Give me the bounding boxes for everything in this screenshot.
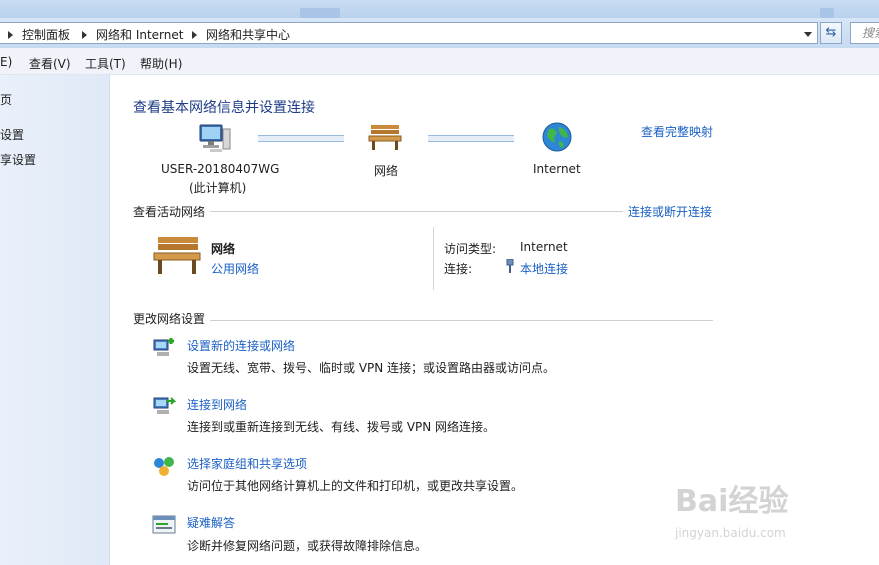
view-full-map-link[interactable]: 查看完整映射 [641, 123, 713, 140]
refresh-icon: ⇆ [825, 25, 837, 40]
connect-network-icon [153, 397, 176, 414]
menu-bar: E) 查看(V) 工具(T) 帮助(H) [0, 48, 879, 75]
homegroup-sharing-link[interactable]: 选择家庭组和共享选项 [187, 455, 307, 472]
address-bar[interactable]: 控制面板 网络和 Internet 网络和共享中心 [0, 22, 818, 44]
breadcrumb-arrow-icon[interactable] [82, 31, 87, 39]
title-bar-glass [820, 8, 834, 18]
watermark-brand: Bai经验 [675, 484, 789, 519]
local-connection-link[interactable]: 本地连接 [520, 260, 568, 277]
setup-connection-link[interactable]: 设置新的连接或网络 [187, 337, 295, 354]
access-type-value: Internet [520, 240, 568, 254]
vertical-divider [433, 227, 434, 290]
left-link-adapter-settings[interactable]: 设置 [0, 126, 24, 143]
breadcrumb-sharing-center[interactable]: 网络和共享中心 [206, 26, 290, 43]
menu-edit[interactable]: E) [0, 55, 12, 69]
troubleshoot-link[interactable]: 疑难解答 [187, 514, 235, 531]
left-link-home[interactable]: 页 [0, 91, 12, 108]
access-type-label: 访问类型: [444, 242, 497, 256]
setup-connection-desc: 设置无线、宽带、拨号、临时或 VPN 连接；或设置路由器或访问点。 [187, 361, 556, 375]
computer-subtitle: (此计算机) [189, 181, 247, 195]
refresh-button[interactable]: ⇆ [820, 22, 842, 44]
troubleshoot-icon [152, 515, 176, 534]
internet-label: Internet [533, 162, 581, 176]
connections-label: 连接: [444, 262, 473, 276]
connect-to-network-desc: 连接到或重新连接到无线、有线、拨号或 VPN 网络连接。 [187, 420, 496, 434]
connect-disconnect-link[interactable]: 连接或断开连接 [628, 203, 712, 220]
page-title: 查看基本网络信息并设置连接 [133, 100, 315, 116]
left-link-sharing-settings[interactable]: 享设置 [0, 151, 36, 168]
section-divider [210, 211, 623, 212]
left-navigation-pane: 页 设置 享设置 [0, 75, 110, 565]
ethernet-icon [506, 259, 514, 273]
title-bar-glass [300, 8, 340, 18]
address-dropdown-icon[interactable] [804, 32, 812, 37]
bench-network-icon [368, 125, 402, 150]
section-divider [210, 320, 713, 321]
breadcrumb-network-internet[interactable]: 网络和 Internet [96, 26, 183, 43]
public-network-bench-icon [153, 237, 201, 274]
breadcrumb-control-panel[interactable]: 控制面板 [22, 26, 70, 43]
internet-globe-icon [542, 122, 572, 152]
breadcrumb-arrow-icon[interactable] [192, 31, 197, 39]
active-network-name: 网络 [211, 242, 236, 256]
search-input[interactable]: 搜索 [850, 22, 879, 44]
computer-icon [199, 124, 231, 152]
homegroup-sharing-desc: 访问位于其他网络计算机上的文件和打印机，或更改共享设置。 [187, 479, 524, 493]
new-connection-icon [153, 338, 174, 356]
connect-to-network-link[interactable]: 连接到网络 [187, 396, 247, 413]
network-label: 网络 [374, 164, 399, 178]
menu-help[interactable]: 帮助(H) [140, 55, 182, 72]
map-connector-line [258, 135, 344, 142]
menu-tools[interactable]: 工具(T) [85, 55, 126, 72]
troubleshoot-desc: 诊断并修复网络问题，或获得故障排除信息。 [187, 539, 428, 553]
active-networks-heading: 查看活动网络 [133, 205, 206, 219]
menu-view[interactable]: 查看(V) [29, 55, 71, 72]
map-connector-line [428, 135, 514, 142]
homegroup-icon [154, 457, 174, 476]
breadcrumb-arrow-icon[interactable] [8, 31, 13, 39]
computer-name: USER-20180407WG [161, 162, 280, 176]
watermark-url: jingyan.baidu.com [675, 526, 786, 540]
network-type-link[interactable]: 公用网络 [211, 260, 259, 277]
window-title-bar [0, 0, 879, 20]
address-row: 控制面板 网络和 Internet 网络和共享中心 ⇆ 搜索 [0, 18, 879, 48]
change-settings-heading: 更改网络设置 [133, 312, 206, 326]
